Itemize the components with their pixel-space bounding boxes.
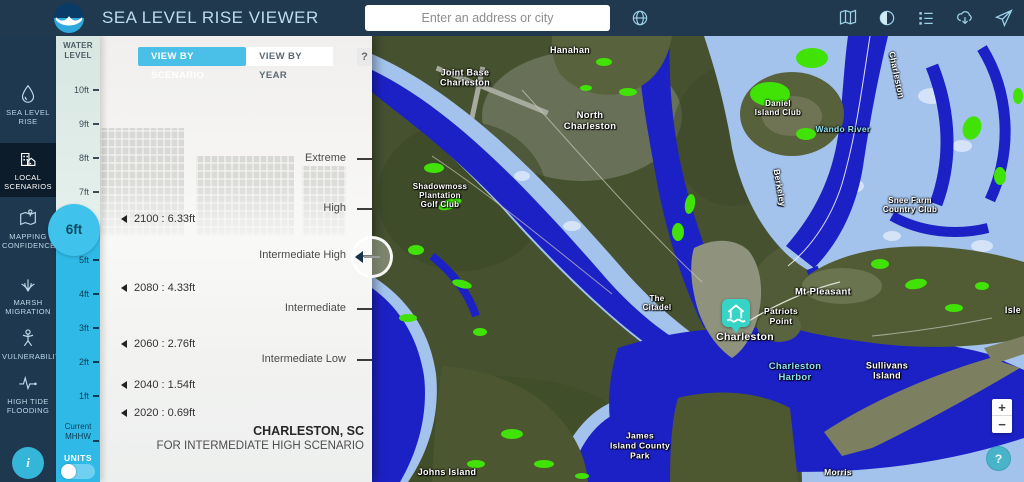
year-marker-label: 2060 : 2.76ft (134, 338, 195, 350)
location-caption: CHARLESTON, SC FOR INTERMEDIATE HIGH SCE… (157, 423, 364, 454)
sidebar-item-local-scenarios[interactable]: LOCAL SCENARIOS (0, 143, 56, 197)
scenario-tick (357, 208, 372, 210)
water-level-tick (93, 89, 99, 91)
map-canvas[interactable]: HanahanJoint Base CharlestonNorth Charle… (372, 36, 1024, 482)
page-title: SEA LEVEL RISE VIEWER (102, 8, 319, 28)
globe-icon[interactable] (630, 8, 650, 28)
year-marker: 2040 : 1.54ft (121, 379, 195, 391)
left-triangle-icon (121, 409, 127, 417)
water-level-tick (93, 327, 99, 329)
water-level-fill (56, 230, 100, 482)
sidebar-item-high-tide-flooding[interactable]: HIGH TIDE FLOODING (0, 367, 56, 425)
year-marker: 2080 : 4.33ft (121, 282, 195, 294)
year-marker-label: 2040 : 1.54ft (134, 379, 195, 391)
map-pin-icon (17, 207, 39, 229)
water-level-tick-label: 3ft (79, 323, 89, 333)
water-level-tick-label: 8ft (79, 153, 89, 163)
share-icon[interactable] (994, 8, 1014, 28)
left-triangle-icon (121, 381, 127, 389)
mhhw-tick (93, 440, 99, 442)
units-toggle-knob (61, 464, 76, 479)
view-tabs: VIEW BY SCENARIO VIEW BY YEAR ? (138, 47, 372, 66)
water-level-tick-label: 4ft (79, 289, 89, 299)
current-mhhw-label: Current MHHW (58, 422, 98, 443)
water-level-tick-label: 10ft (74, 85, 89, 95)
noaa-logo (54, 3, 84, 33)
water-level-tick-label: 1ft (79, 391, 89, 401)
legend-icon[interactable] (916, 8, 936, 28)
sidebar-item-marsh-migration[interactable]: MARSH MIGRATION (0, 268, 56, 326)
left-triangle-icon (121, 215, 127, 223)
scenario-label: Extreme (228, 152, 346, 166)
water-level-tick (93, 259, 99, 261)
handle-arrow-icon (355, 251, 363, 263)
tab-view-by-year[interactable]: VIEW BY YEAR (246, 47, 333, 66)
left-triangle-icon (121, 340, 127, 348)
info-button[interactable]: i (12, 447, 44, 479)
sidebar-item-vulnerability[interactable]: VULNERABILITY (0, 322, 56, 372)
location-title: CHARLESTON, SC (157, 423, 364, 439)
year-marker: 2020 : 0.69ft (121, 407, 195, 419)
water-level-tick-label: 9ft (79, 119, 89, 129)
year-marker-label: 2100 : 6.33ft (134, 213, 195, 225)
basemap-icon[interactable] (838, 8, 858, 28)
scenario-tick (357, 359, 372, 361)
water-level-tick (93, 395, 99, 397)
water-level-tick-label: 5ft (79, 255, 89, 265)
flood-location-marker[interactable] (722, 299, 750, 327)
scenario-tick (357, 158, 372, 160)
year-marker-label: 2020 : 0.69ft (134, 407, 195, 419)
flooded-house-marker-icon (722, 299, 750, 327)
tab-view-by-scenario[interactable]: VIEW BY SCENARIO (138, 47, 246, 66)
scenario-label: Intermediate High (228, 249, 346, 263)
header-bar: SEA LEVEL RISE VIEWER (0, 0, 1024, 36)
year-marker: 2100 : 6.33ft (121, 213, 195, 225)
zoom-control: + − (992, 399, 1012, 433)
water-level-tick (93, 293, 99, 295)
year-marker: 2060 : 2.76ft (121, 338, 195, 350)
water-level-tick-label: 7ft (79, 187, 89, 197)
help-button[interactable]: ? (357, 48, 372, 66)
search-input[interactable] (365, 5, 610, 31)
water-level-tick (93, 123, 99, 125)
map-help-button[interactable]: ? (986, 446, 1011, 471)
year-marker-label: 2080 : 4.33ft (134, 282, 195, 294)
download-icon[interactable] (955, 8, 975, 28)
droplet-icon (17, 83, 39, 105)
contrast-icon[interactable] (877, 8, 897, 28)
scenario-panel: VIEW BY SCENARIO VIEW BY YEAR ? Extreme H… (100, 36, 372, 482)
person-icon (17, 327, 39, 349)
units-toggle[interactable] (61, 464, 95, 479)
handle-grip-icon (364, 256, 380, 258)
water-level-slider[interactable]: WATER LEVEL 10ft 9ft 8ft 7ft 5ft 4ft 3ft 2ft 1ft… (56, 36, 100, 482)
scenario-label: Intermediate (228, 302, 346, 316)
zoom-out-button[interactable]: − (992, 416, 1012, 433)
water-level-tick (93, 157, 99, 159)
water-level-title: WATER LEVEL (56, 41, 100, 62)
flooded-house-icon (17, 148, 39, 170)
water-level-tick (93, 191, 99, 193)
water-level-tick-label: 2ft (79, 357, 89, 367)
water-level-value-bubble[interactable]: 6ft (48, 204, 100, 256)
scenario-label: High (228, 202, 346, 216)
location-subtitle: FOR INTERMEDIATE HIGH SCENARIO (157, 439, 364, 454)
left-triangle-icon (121, 284, 127, 292)
tide-pulse-icon (17, 372, 39, 394)
zoom-in-button[interactable]: + (992, 399, 1012, 416)
left-nav-sidebar: SEA LEVEL RISE LOCAL SCENARIOS MAPPING C… (0, 36, 56, 482)
scenario-slider-handle[interactable] (351, 236, 393, 278)
header-toolbar (838, 8, 1014, 28)
sidebar-item-sea-level-rise[interactable]: SEA LEVEL RISE (0, 78, 56, 140)
water-level-tick (93, 361, 99, 363)
units-label: UNITS (56, 453, 100, 463)
scenario-label: Intermediate Low (228, 353, 346, 367)
sea-level-rise-viewer-app: SEA LEVEL RISE VIEWER SEA LEVEL RISE LOC… (0, 0, 1024, 482)
satellite-flood-map (372, 36, 1024, 482)
scenario-tick (357, 308, 372, 310)
marsh-plant-icon (17, 273, 39, 295)
